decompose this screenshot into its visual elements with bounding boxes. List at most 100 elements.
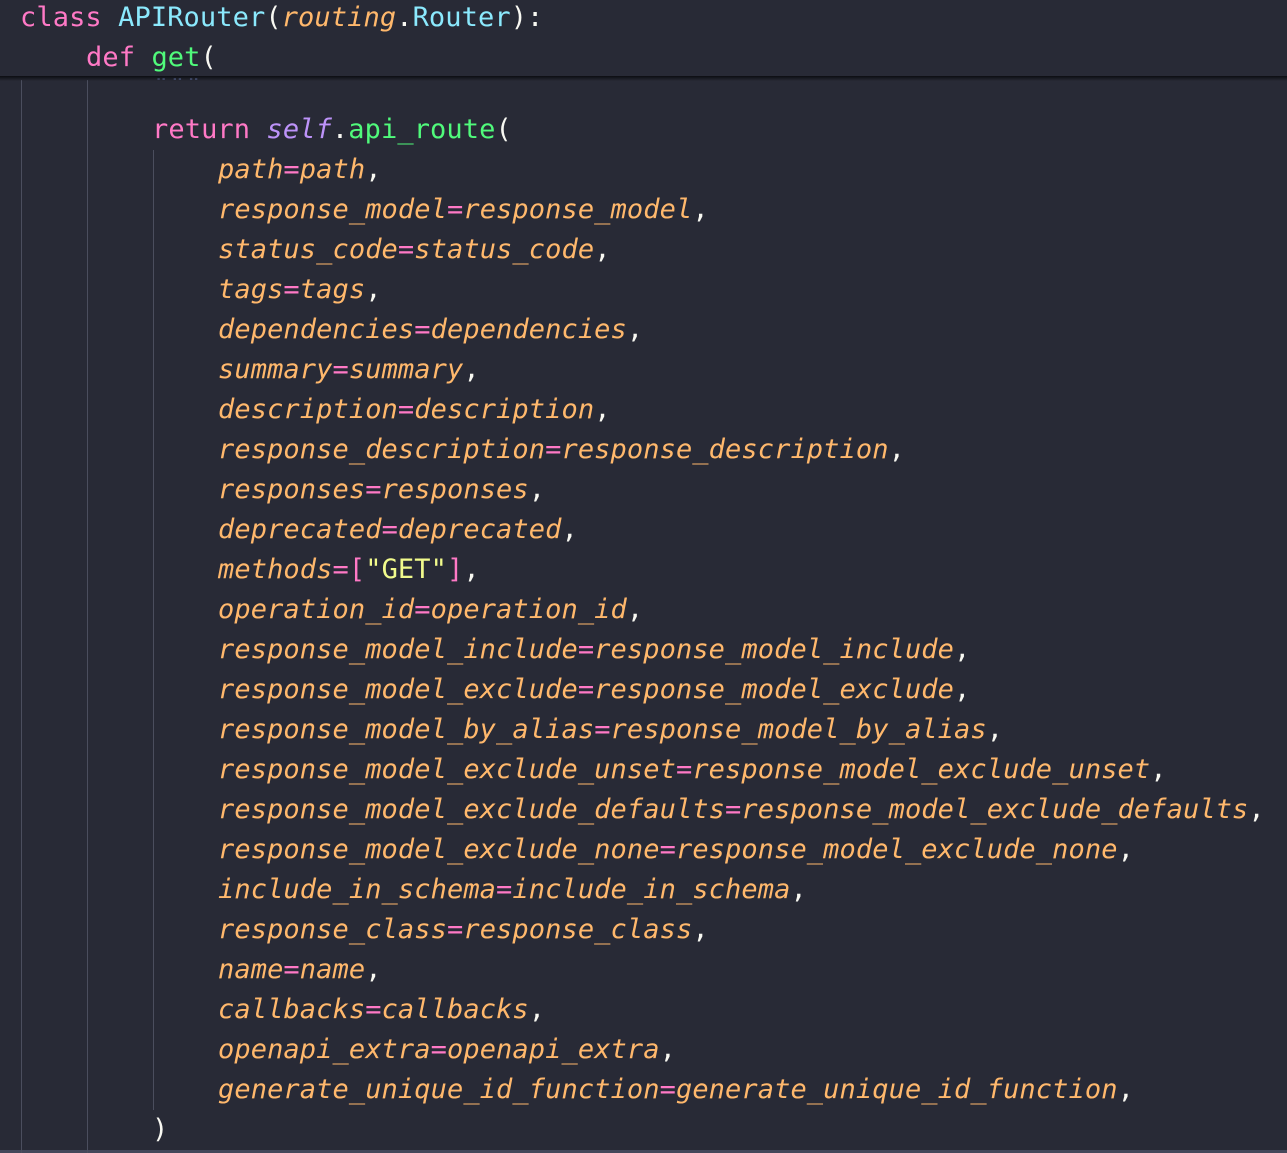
- argument-value: operation_id: [430, 594, 627, 625]
- open-paren: (: [265, 2, 282, 33]
- indent-guide-def: [87, 80, 88, 1153]
- self-keyword: self: [266, 114, 332, 145]
- argument-line[interactable]: description=description,: [218, 390, 611, 430]
- argument-line[interactable]: summary=summary,: [218, 350, 480, 390]
- function-name: get: [151, 42, 201, 73]
- assign-operator: =: [414, 594, 431, 625]
- argument-line[interactable]: response_model_include=response_model_in…: [218, 630, 970, 670]
- comma: ,: [626, 594, 644, 625]
- assign-operator: =: [365, 994, 382, 1025]
- assign-operator: =: [414, 314, 431, 345]
- method-dot: .: [331, 114, 349, 145]
- list-close-bracket: ]: [447, 554, 464, 585]
- argument-name: deprecated: [218, 514, 382, 545]
- argument-name: status_code: [218, 234, 398, 265]
- argument-name: tags: [218, 274, 284, 305]
- argument-name: response_description: [218, 434, 546, 465]
- argument-name: response_model_exclude: [218, 674, 578, 705]
- argument-line[interactable]: responses=responses,: [218, 470, 545, 510]
- assign-operator: =: [332, 354, 349, 385]
- argument-line[interactable]: response_model=response_model,: [218, 190, 709, 230]
- argument-value: response_model_exclude_none: [675, 834, 1118, 865]
- comma: ,: [1248, 794, 1265, 825]
- argument-value: include_in_schema: [512, 874, 791, 905]
- comma: ,: [659, 1034, 676, 1065]
- argument-line[interactable]: response_model_exclude_defaults=response…: [218, 790, 1265, 830]
- close-paren-colon: ):: [510, 2, 544, 33]
- comma: ,: [594, 394, 611, 425]
- comma: ,: [1117, 834, 1134, 865]
- argument-line[interactable]: response_description=response_descriptio…: [218, 430, 905, 470]
- assign-operator: =: [283, 154, 300, 185]
- assign-operator: =: [283, 274, 300, 305]
- class-name: APIRouter: [118, 2, 266, 33]
- method-open-paren: (: [495, 114, 512, 145]
- assign-operator: =: [397, 394, 415, 425]
- dot: .: [396, 2, 413, 33]
- argument-line[interactable]: deprecated=deprecated,: [218, 510, 578, 550]
- argument-name: openapi_extra: [218, 1034, 431, 1065]
- argument-value: dependencies: [430, 314, 627, 345]
- comma: ,: [594, 234, 611, 265]
- argument-line[interactable]: response_model_exclude_none=response_mod…: [218, 830, 1134, 870]
- assign-operator: =: [332, 554, 349, 585]
- argument-name: methods: [218, 554, 333, 585]
- assign-operator: =: [577, 634, 595, 665]
- comma: ,: [692, 194, 709, 225]
- argument-line[interactable]: path=path,: [218, 150, 382, 190]
- comma: ,: [954, 634, 971, 665]
- argument-value: openapi_extra: [446, 1034, 660, 1065]
- assign-operator: =: [545, 434, 562, 465]
- argument-line[interactable]: callbacks=callbacks,: [218, 990, 545, 1030]
- base-class: Router: [412, 2, 511, 33]
- argument-value: response_model_include: [594, 634, 955, 665]
- argument-name: path: [218, 154, 284, 185]
- argument-line[interactable]: response_model_by_alias=response_model_b…: [218, 710, 1003, 750]
- closing-paren-line[interactable]: ): [152, 1110, 168, 1150]
- list-open-bracket: [: [348, 554, 366, 585]
- argument-name: include_in_schema: [218, 874, 497, 905]
- argument-line[interactable]: dependencies=dependencies,: [218, 310, 643, 350]
- argument-line[interactable]: response_class=response_class,: [218, 910, 709, 950]
- argument-line[interactable]: name=name,: [218, 950, 382, 990]
- argument-line[interactable]: methods=["GET"],: [218, 550, 480, 590]
- argument-name: dependencies: [218, 314, 415, 345]
- argument-line[interactable]: openapi_extra=openapi_extra,: [218, 1030, 676, 1070]
- argument-name: response_model_exclude_none: [218, 834, 660, 865]
- string-literal: "GET": [365, 554, 447, 585]
- method-name: api_route: [348, 114, 496, 145]
- return-line[interactable]: return self.api_route(: [152, 110, 512, 150]
- class-definition-line[interactable]: class APIRouter(routing.Router):: [20, 0, 543, 38]
- assign-operator: =: [577, 674, 595, 705]
- argument-value: summary: [348, 354, 464, 385]
- comma: ,: [790, 874, 807, 905]
- argument-name: response_model_by_alias: [218, 714, 595, 745]
- argument-value: response_model: [463, 194, 693, 225]
- argument-value: response_class: [463, 914, 693, 945]
- comma: ,: [528, 994, 546, 1025]
- comma: ,: [888, 434, 905, 465]
- assign-operator: =: [430, 1034, 447, 1065]
- assign-operator: =: [397, 234, 415, 265]
- assign-operator: =: [365, 474, 382, 505]
- argument-name: response_model_exclude_defaults: [218, 794, 726, 825]
- argument-value: status_code: [414, 234, 595, 265]
- assign-operator: =: [446, 914, 464, 945]
- argument-value: callbacks: [381, 994, 529, 1025]
- argument-line[interactable]: tags=tags,: [218, 270, 382, 310]
- argument-line[interactable]: response_model_exclude_unset=response_mo…: [218, 750, 1167, 790]
- argument-value: response_model_exclude: [594, 674, 955, 705]
- argument-line[interactable]: include_in_schema=include_in_schema,: [218, 870, 807, 910]
- argument-line[interactable]: response_model_exclude=response_model_ex…: [218, 670, 970, 710]
- sticky-header-shadow: [0, 76, 1287, 81]
- comma: ,: [986, 714, 1004, 745]
- argument-name: callbacks: [218, 994, 366, 1025]
- argument-name: response_model: [218, 194, 447, 225]
- argument-name: summary: [218, 354, 333, 385]
- class-keyword: class: [20, 2, 102, 33]
- indent-guide-class: [21, 80, 22, 1153]
- argument-line[interactable]: status_code=status_code,: [218, 230, 611, 270]
- argument-line[interactable]: operation_id=operation_id,: [218, 590, 643, 630]
- def-line[interactable]: def get(: [86, 38, 217, 78]
- argument-line[interactable]: generate_unique_id_function=generate_uni…: [218, 1070, 1134, 1110]
